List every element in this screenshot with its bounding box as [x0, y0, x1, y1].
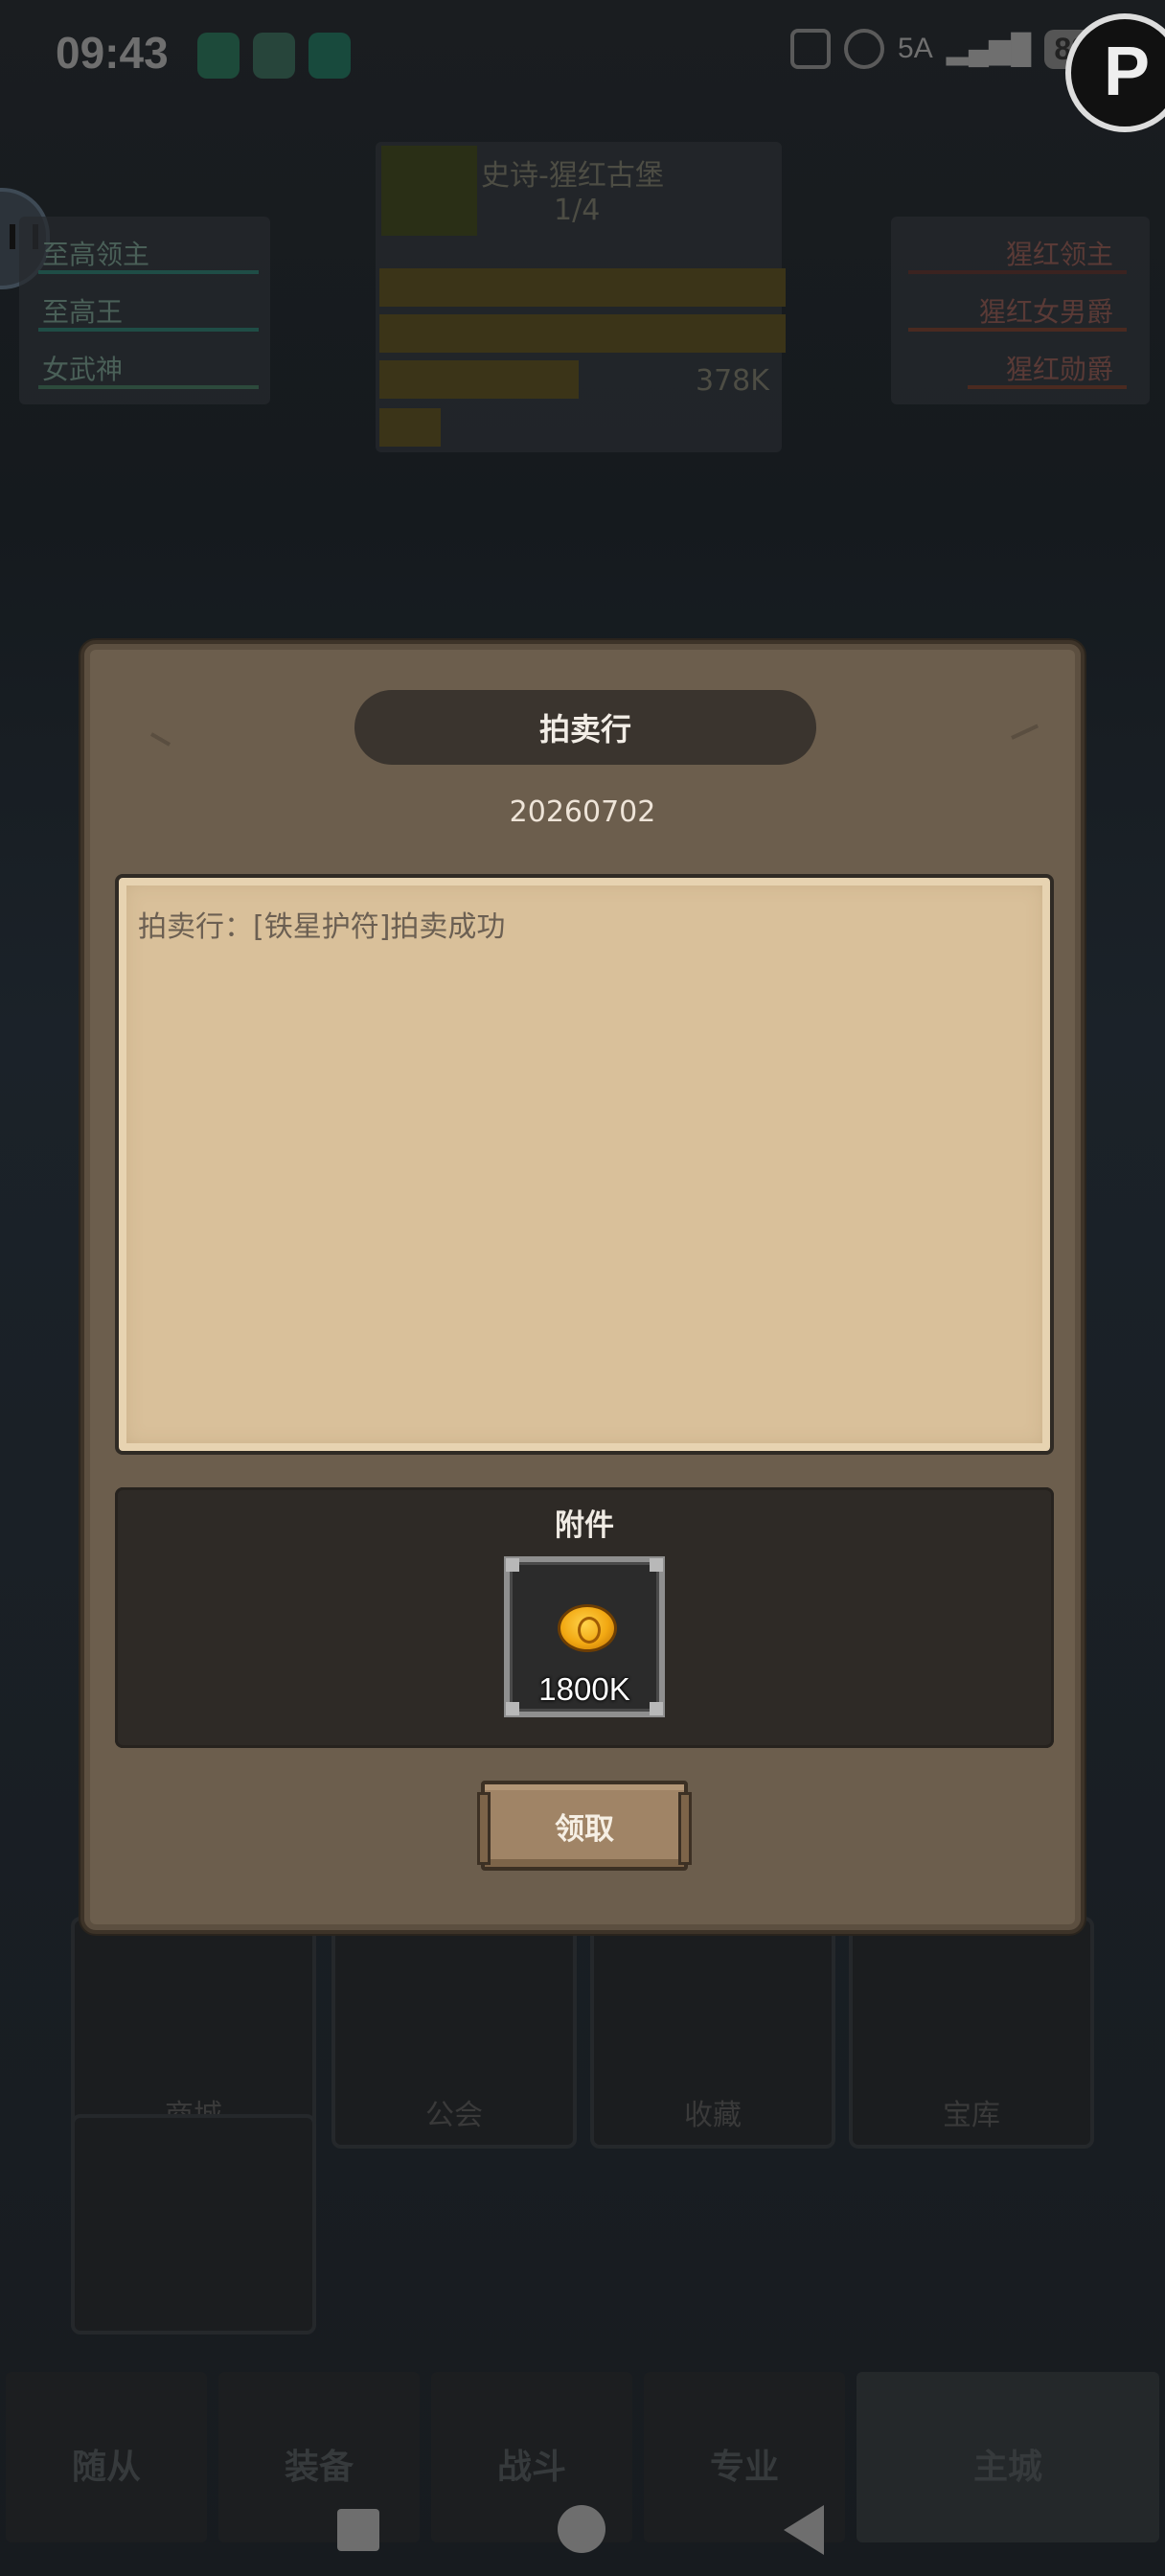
dungeon-value: 378K [696, 364, 769, 398]
signal-icon: ▂▄▆█ [946, 33, 1032, 65]
dialog-title: 拍卖行 [354, 690, 816, 765]
network-label: 5A [898, 33, 933, 64]
attachment-slot[interactable]: 1800K [504, 1556, 665, 1717]
status-time: 09:43 [56, 28, 169, 78]
message-text: 拍卖行：[铁星护符]拍卖成功 [138, 910, 506, 944]
right-list-item: 猩红勋爵 [1006, 354, 1114, 385]
tile-companion[interactable] [71, 2114, 316, 2334]
nfc-icon [790, 29, 832, 69]
tile-vault[interactable]: 宝库 [849, 1917, 1094, 2149]
alarm-icon [844, 29, 885, 69]
recents-button[interactable] [337, 2509, 379, 2551]
attachments-title: 附件 [555, 1508, 614, 1543]
tile-guild[interactable]: 公会 [331, 1917, 577, 2149]
left-list-item: 至高王 [42, 296, 124, 328]
app-icon [308, 33, 351, 79]
mail-date: 20260702 [509, 795, 656, 829]
status-indicators: 5A ▂▄▆█ 88 [790, 29, 1098, 69]
home-button[interactable] [558, 2505, 605, 2553]
right-list-item: 猩红女男爵 [979, 296, 1114, 328]
back-button[interactable] [784, 2505, 824, 2555]
attachment-count: 1800K [538, 1671, 630, 1707]
attachments-panel: 附件 1800K [115, 1487, 1054, 1748]
right-list-item: 猩红领主 [1006, 239, 1114, 270]
status-bar: 09:43 5A ▂▄▆█ 88 [0, 0, 1165, 115]
claim-button[interactable]: 领取 [477, 1781, 692, 1871]
message-body: 拍卖行：[铁星护符]拍卖成功 [115, 874, 1054, 1455]
dungeon-title: 史诗-猩红古堡 [481, 159, 664, 193]
chat-icon [253, 33, 295, 79]
tile-collection[interactable]: 收藏 [590, 1917, 835, 2149]
dungeon-thumbnail [381, 146, 477, 236]
dungeon-progress: 1/4 [554, 194, 601, 227]
mail-dialog: 拍卖行 20260702 拍卖行：[铁星护符]拍卖成功 附件 1800K 领取 [80, 640, 1085, 1934]
left-list-item: 女武神 [42, 354, 124, 385]
notification-icon [197, 33, 240, 79]
gold-coin-icon [558, 1604, 617, 1652]
left-list-item: 至高领主 [42, 239, 150, 270]
